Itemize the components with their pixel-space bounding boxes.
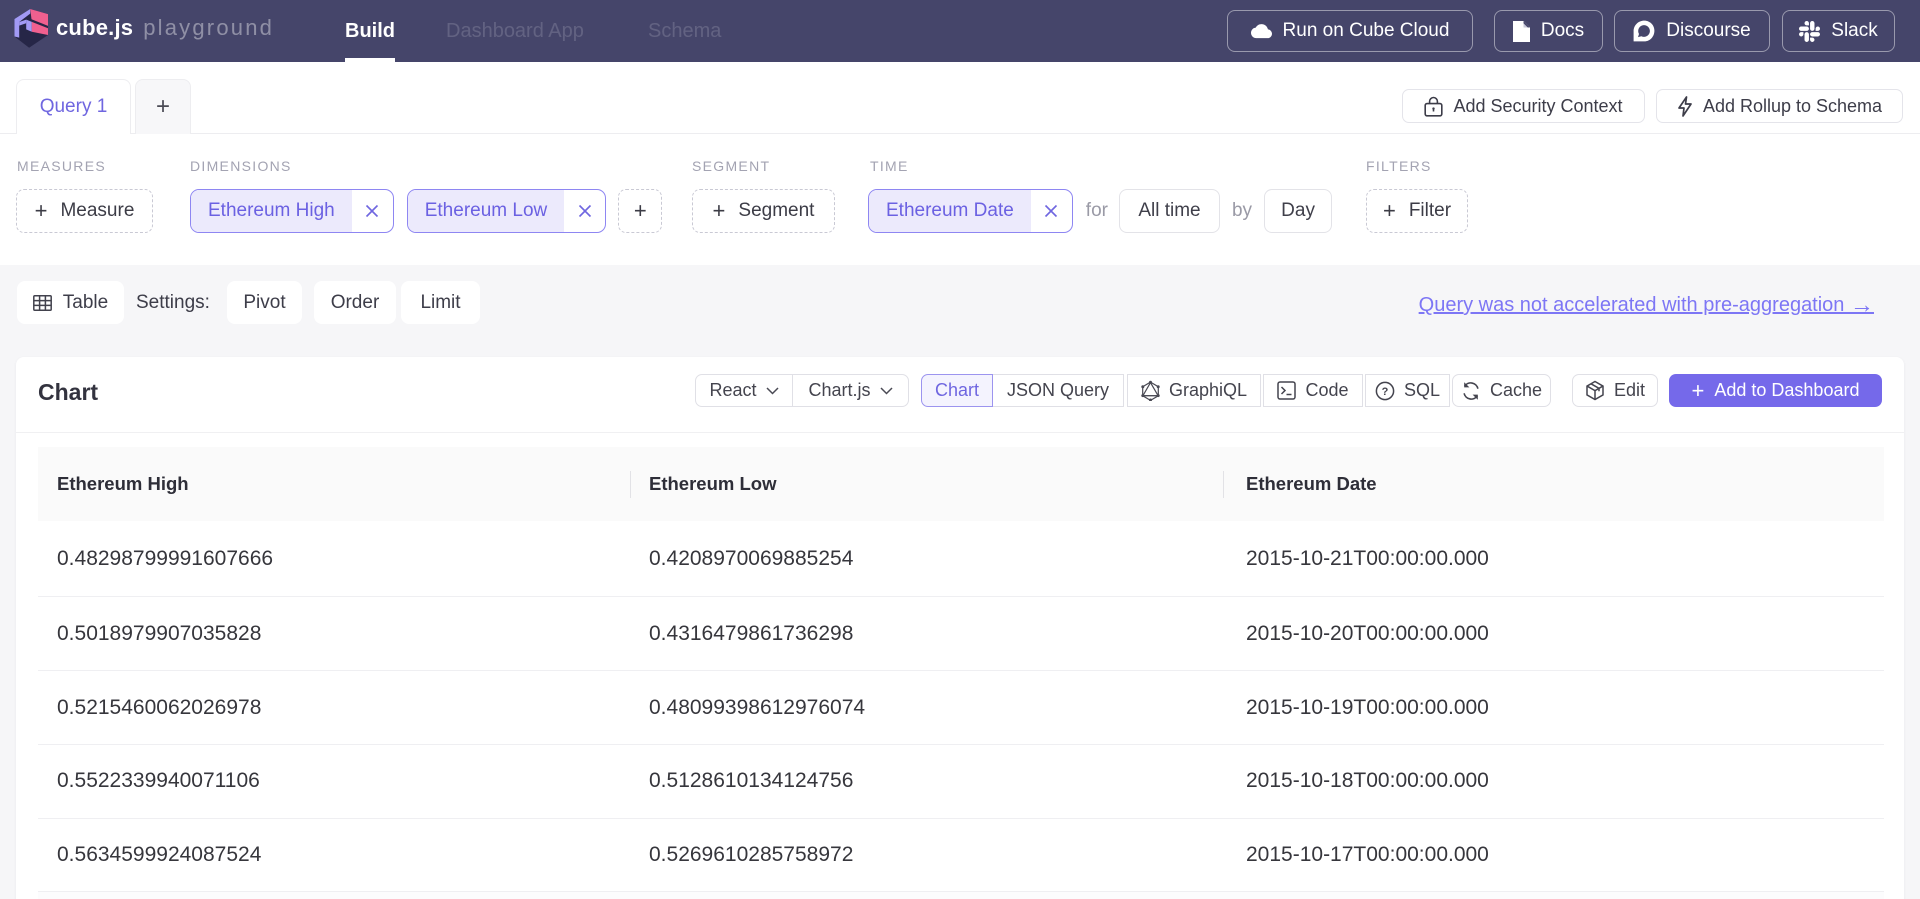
- svg-text:?: ?: [1382, 386, 1389, 398]
